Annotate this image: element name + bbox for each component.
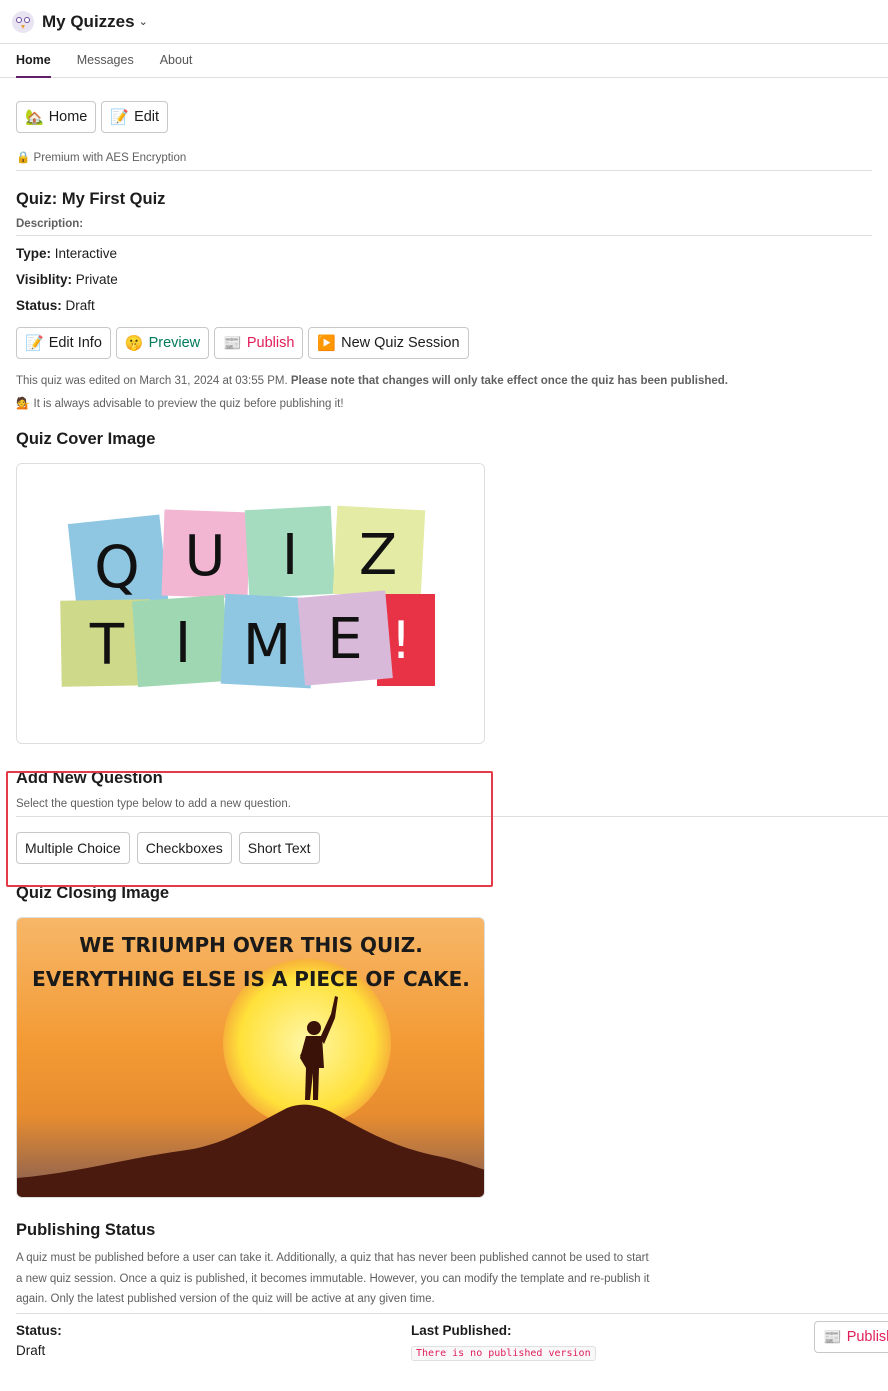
memo-icon: 📝: [25, 335, 44, 352]
edit-button[interactable]: 📝 Edit: [101, 101, 169, 133]
publishing-status-title: Publishing Status: [16, 1221, 156, 1239]
house-icon: 🏡: [25, 109, 44, 126]
add-question-subtitle: Select the question type below to add a …: [16, 798, 291, 810]
cover-letter: T: [89, 613, 125, 678]
closing-text-line2: EVERYTHING ELSE IS A PIECE OF CAKE.: [32, 967, 470, 991]
divider: [16, 235, 872, 236]
description-label: Description:: [16, 218, 84, 230]
divider: [16, 816, 888, 817]
newspaper-icon: 📰: [223, 335, 242, 352]
cover-letter: M: [243, 613, 291, 678]
cover-letter: I: [282, 523, 299, 588]
play-icon: ▶️: [317, 335, 337, 352]
add-question-title: Add New Question: [16, 769, 163, 787]
cover-letter: Z: [359, 523, 397, 588]
publish-status-button[interactable]: 📰 Publish: [814, 1320, 888, 1353]
publish-button[interactable]: 📰 Publish: [214, 327, 304, 359]
publish-status-value: Draft: [16, 1342, 46, 1358]
person-tipping-hand-icon: 💁: [16, 398, 31, 410]
app-header: My Quizzes ⌄: [0, 0, 888, 44]
newspaper-icon: 📰: [823, 1328, 842, 1346]
cover-letter: U: [185, 524, 226, 589]
quiz-visibility: Visiblity: Private: [16, 272, 118, 287]
quiz-type: Type: Interactive: [16, 246, 118, 261]
edited-note: This quiz was edited on March 31, 2024 a…: [16, 375, 728, 387]
cover-letter: I: [175, 611, 192, 676]
cover-letter: !: [391, 611, 412, 671]
tab-about[interactable]: About: [160, 53, 193, 77]
home-button[interactable]: 🏡 Home: [16, 101, 97, 133]
advice-note: 💁 It is always advisable to preview the …: [16, 398, 344, 410]
short-text-button[interactable]: Short Text: [238, 832, 320, 864]
shushing-face-icon: 🤫: [124, 335, 144, 352]
cover-letter: Q: [94, 533, 140, 601]
last-published-label: Last Published:: [411, 1322, 512, 1338]
chevron-down-icon[interactable]: ⌄: [139, 15, 148, 28]
cover-letter: E: [327, 607, 362, 672]
quiz-closing-image: WE TRIUMPH OVER THIS QUIZ. EVERYTHING EL…: [16, 917, 485, 1198]
quiz-title: Quiz: My First Quiz: [16, 190, 166, 208]
publish-status-label: Status:: [16, 1322, 62, 1338]
tab-bar: Home Messages About: [0, 44, 888, 78]
quiz-status: Status: Draft: [16, 298, 95, 313]
owl-logo-icon: [12, 10, 34, 33]
closing-text-line1: WE TRIUMPH OVER THIS QUIZ.: [79, 933, 423, 957]
memo-icon: 📝: [110, 109, 130, 126]
tab-messages[interactable]: Messages: [77, 53, 134, 77]
tab-home[interactable]: Home: [16, 53, 51, 78]
app-title[interactable]: My Quizzes: [42, 12, 135, 32]
edit-info-button[interactable]: 📝 Edit Info: [16, 327, 111, 359]
last-published-value: There is no published version: [411, 1345, 596, 1361]
new-quiz-session-button[interactable]: ▶️ New Quiz Session: [308, 327, 469, 359]
cover-image-title: Quiz Cover Image: [16, 430, 156, 448]
preview-button[interactable]: 🤫 Preview: [115, 327, 210, 359]
divider: [16, 170, 872, 171]
publishing-description: A quiz must be published before a user c…: [16, 1252, 650, 1305]
lock-icon: 🔒: [16, 152, 31, 164]
multiple-choice-button[interactable]: Multiple Choice: [16, 832, 130, 864]
main-content: 🏡 Home 📝 Edit 🔒 Premium with AES Encrypt…: [0, 101, 888, 1374]
premium-note: 🔒 Premium with AES Encryption: [16, 152, 187, 164]
quiz-cover-image: Q U I Z T I M E !: [16, 463, 485, 744]
checkboxes-button[interactable]: Checkboxes: [136, 832, 232, 864]
closing-image-title: Quiz Closing Image: [16, 884, 170, 902]
